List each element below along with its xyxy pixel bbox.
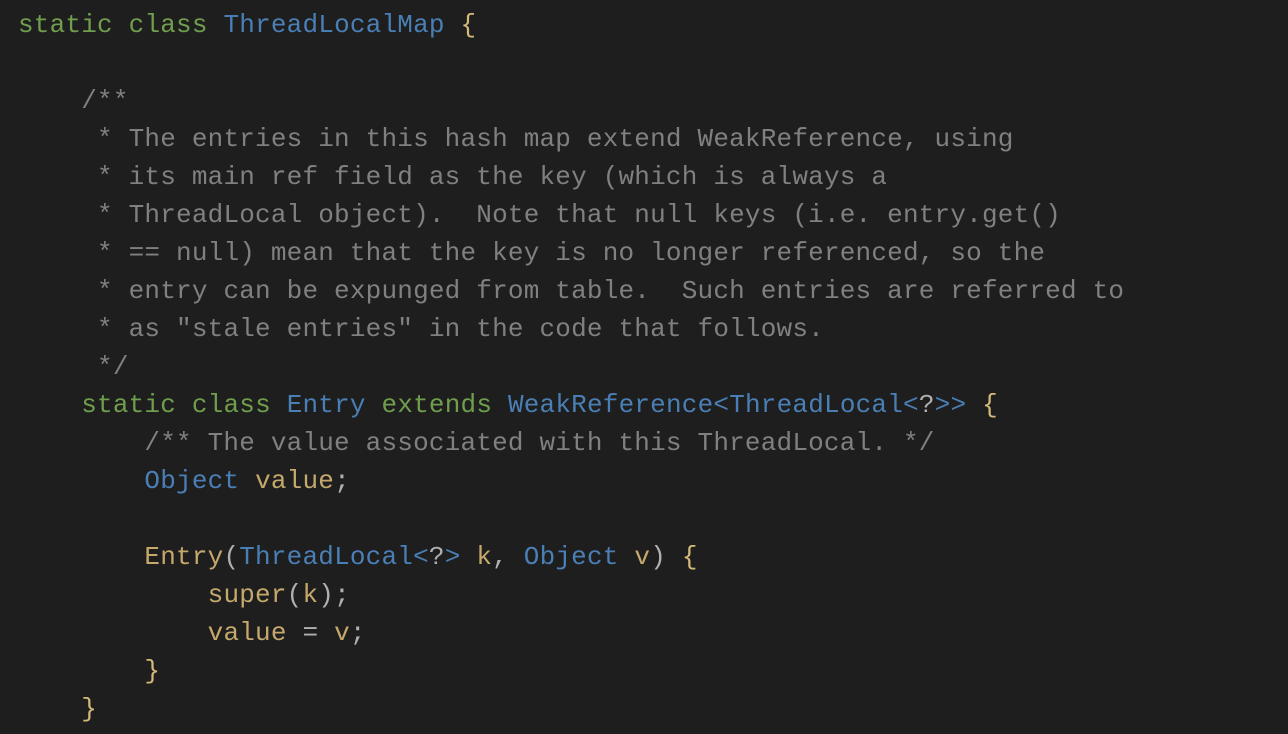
keyword-static: static [81,390,176,420]
comma: , [492,542,508,572]
var-name: v [334,618,350,648]
code-line: value = v; [208,618,366,648]
param-name: k [476,542,492,572]
equals: = [302,618,318,648]
paren: ) [318,580,334,610]
comment-line: /** [81,86,128,116]
code-editor[interactable]: static class ThreadLocalMap { /** * The … [0,0,1288,728]
semicolon: ; [334,580,350,610]
comment-line: * The entries in this hash map extend We… [81,124,1013,154]
type-name: Object [144,466,239,496]
type-name: ThreadLocal [239,542,413,572]
wildcard: ? [429,542,445,572]
param-name: v [634,542,650,572]
type-name: ThreadLocalMap [223,10,444,40]
brace: } [144,656,160,686]
javadoc-comment: /** The value associated with this Threa… [144,428,934,458]
angle-bracket: > [445,542,461,572]
angle-bracket: < [713,390,729,420]
code-line: Entry(ThreadLocal<?> k, Object v) { [144,542,697,572]
angle-bracket: > [935,390,951,420]
type-name: Object [524,542,619,572]
super-call: super [208,580,287,610]
field-name: value [255,466,334,496]
paren: ( [287,580,303,610]
paren: ( [223,542,239,572]
code-line: static class Entry extends WeakReference… [81,390,998,420]
brace: { [982,390,998,420]
keyword-class: class [129,10,208,40]
comment-line: * its main ref field as the key (which i… [81,162,887,192]
constructor-name: Entry [144,542,223,572]
code-line: static class ThreadLocalMap { [18,10,476,40]
code-line: super(k); [208,580,350,610]
comment-line: * as "stale entries" in the code that fo… [81,314,824,344]
angle-bracket: < [413,542,429,572]
keyword-class: class [192,390,271,420]
code-line: Object value; [144,466,349,496]
brace: } [81,694,97,724]
type-name: Entry [287,390,366,420]
comment-line: * entry can be expunged from table. Such… [81,276,1124,306]
semicolon: ; [334,466,350,496]
paren: ) [650,542,666,572]
javadoc-comment: /** * The entries in this hash map exten… [18,86,1124,382]
semicolon: ; [350,618,366,648]
comment-line: */ [81,352,128,382]
wildcard: ? [919,390,935,420]
arg: k [302,580,318,610]
keyword-static: static [18,10,113,40]
angle-bracket: < [903,390,919,420]
keyword-extends: extends [382,390,493,420]
type-name: ThreadLocal [729,390,903,420]
brace: { [682,542,698,572]
field-name: value [208,618,287,648]
type-name: WeakReference [508,390,713,420]
angle-bracket: > [950,390,966,420]
comment-line: * == null) mean that the key is no longe… [81,238,1045,268]
comment-line: * ThreadLocal object). Note that null ke… [81,200,1061,230]
brace: { [461,10,477,40]
